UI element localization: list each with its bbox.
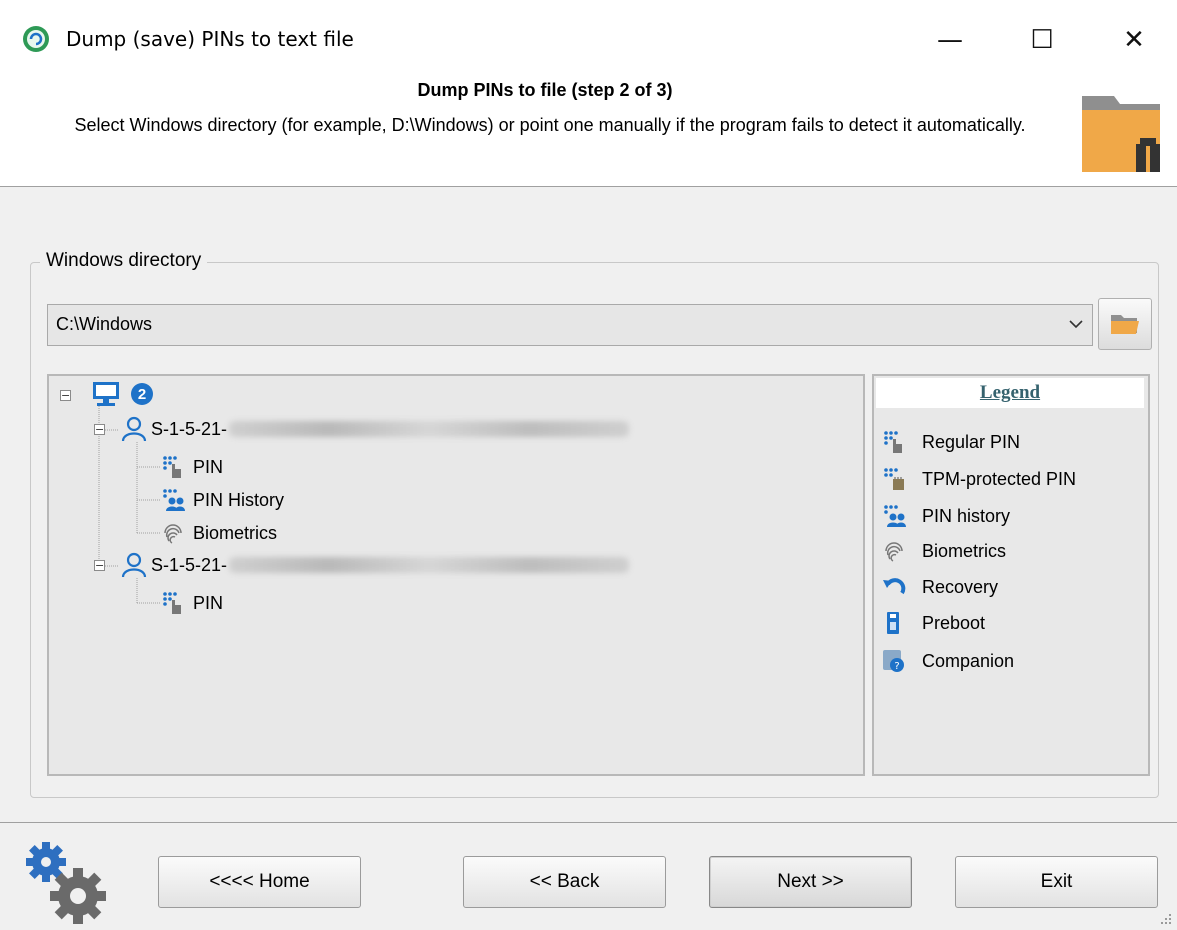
redacted-sid xyxy=(229,421,630,437)
step-description: Select Windows directory (for example, D… xyxy=(74,115,1026,135)
exit-button[interactable]: Exit xyxy=(955,856,1158,908)
recovery-icon xyxy=(883,578,906,595)
collapse-user-1-button[interactable]: − xyxy=(94,424,105,435)
node-label: PIN History xyxy=(193,489,285,510)
tree-user-2[interactable]: S-1-5-21- xyxy=(121,552,630,578)
legend-item-tpm-pin: TPM-protected PIN xyxy=(882,467,1076,491)
user-tree[interactable]: − 2 − S-1-5-21- PIN PIN History Biometri… xyxy=(47,374,865,776)
pin-history-icon xyxy=(163,489,185,511)
node-label: PIN xyxy=(193,592,224,613)
legend-panel: Legend Regular PIN TPM-protected PIN PIN… xyxy=(872,374,1150,776)
regular-pin-icon xyxy=(884,431,902,453)
user-icon xyxy=(121,416,147,442)
regular-pin-icon xyxy=(163,592,181,614)
group-label: Windows directory xyxy=(40,250,208,272)
tree-root[interactable]: 2 xyxy=(91,380,153,408)
tree-user-1[interactable]: S-1-5-21- xyxy=(121,416,630,442)
computer-icon xyxy=(93,382,119,406)
legend-item-preboot: Preboot xyxy=(882,611,985,635)
legend-item-biometrics: Biometrics xyxy=(882,539,1006,563)
step-title: Dump PINs to file (step 2 of 3) xyxy=(417,80,673,100)
maximize-button[interactable]: ☐ xyxy=(1012,18,1072,62)
companion-icon: ? xyxy=(883,650,904,672)
tree-node-pin-history[interactable]: PIN History xyxy=(161,488,284,512)
legend-label: Recovery xyxy=(922,576,999,597)
legend-label: Biometrics xyxy=(922,540,1007,561)
pin-history-icon xyxy=(884,505,906,527)
tree-node-pin[interactable]: PIN xyxy=(161,455,223,479)
node-label: PIN xyxy=(193,456,224,477)
tpm-pin-icon xyxy=(884,468,904,490)
redacted-sid xyxy=(229,557,630,573)
next-button[interactable]: Next >> xyxy=(709,856,912,908)
resize-grip-icon[interactable] xyxy=(1157,910,1173,926)
back-button[interactable]: << Back xyxy=(463,856,666,908)
fingerprint-icon xyxy=(164,524,182,544)
legend-label: TPM-protected PIN xyxy=(922,468,1077,489)
combo-value: C:\Windows xyxy=(56,314,153,334)
legend-title: Legend xyxy=(876,378,1144,408)
windows-directory-combo[interactable]: C:\Windows xyxy=(47,304,1093,346)
close-button[interactable]: ✕ xyxy=(1104,18,1164,62)
legend-label: Regular PIN xyxy=(922,431,1021,452)
fingerprint-icon xyxy=(885,542,903,562)
home-button[interactable]: <<<< Home xyxy=(158,856,361,908)
app-icon xyxy=(23,26,49,52)
user-sid: S-1-5-21- xyxy=(151,554,228,575)
regular-pin-icon xyxy=(163,456,181,478)
gears-icon xyxy=(26,842,106,924)
legend-label: Companion xyxy=(922,650,1015,671)
user-count-badge: 2 xyxy=(131,383,153,405)
chevron-down-icon[interactable] xyxy=(1066,313,1086,335)
folder-binoculars-icon xyxy=(1082,96,1160,172)
node-label: Biometrics xyxy=(193,522,278,543)
legend-label: Preboot xyxy=(922,612,986,633)
collapse-root-button[interactable]: − xyxy=(60,390,71,401)
legend-label: PIN history xyxy=(922,505,1011,526)
footer-divider xyxy=(0,822,1177,823)
tree-node-biometrics[interactable]: Biometrics xyxy=(161,521,277,545)
legend-item-regular-pin: Regular PIN xyxy=(882,430,1020,454)
minimize-button[interactable]: — xyxy=(920,18,980,62)
legend-item-recovery: Recovery xyxy=(882,575,998,599)
collapse-user-2-button[interactable]: − xyxy=(94,560,105,571)
user-icon xyxy=(121,552,147,578)
tree-node-pin[interactable]: PIN xyxy=(161,591,223,615)
preboot-icon xyxy=(887,612,899,634)
folder-open-icon xyxy=(1111,315,1139,334)
browse-folder-button[interactable] xyxy=(1098,298,1152,350)
svg-text:?: ? xyxy=(894,661,899,672)
legend-item-pin-history: PIN history xyxy=(882,504,1010,528)
wizard-header: Dump PINs to file (step 2 of 3) Select W… xyxy=(0,80,1177,187)
legend-item-companion: ? Companion xyxy=(882,649,1014,673)
window-title: Dump (save) PINs to text file xyxy=(66,27,354,51)
title-bar: Dump (save) PINs to text file — ☐ ✕ xyxy=(0,0,1177,80)
user-sid: S-1-5-21- xyxy=(151,418,228,439)
